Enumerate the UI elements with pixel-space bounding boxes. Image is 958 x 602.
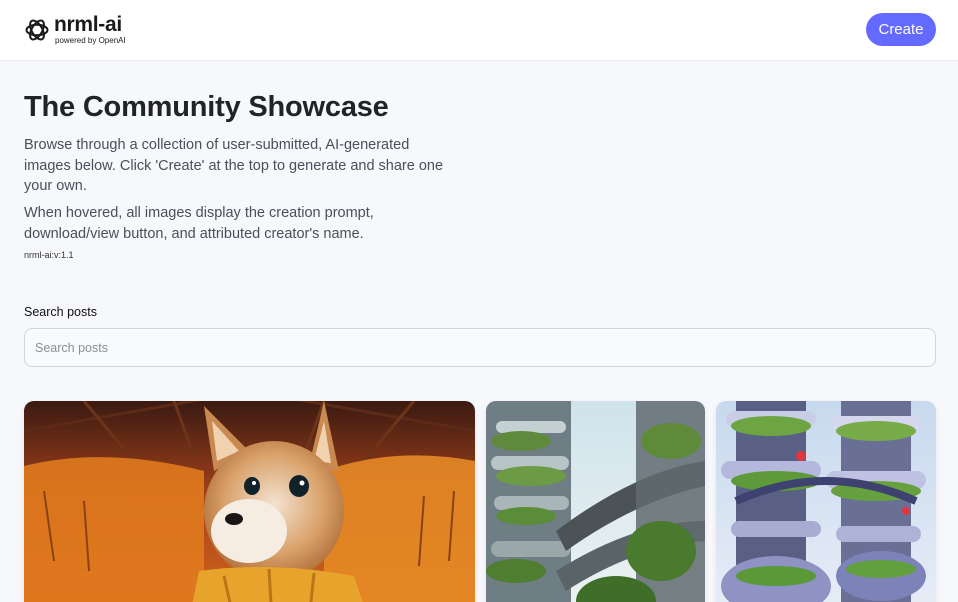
top-navbar: nrml-ai powered by OpenAI Create (0, 0, 958, 61)
logo-subtitle: powered by OpenAI (55, 36, 126, 45)
search-label: Search posts (24, 305, 97, 319)
gallery-image-city (486, 401, 705, 602)
page-title: The Community Showcase (24, 91, 389, 123)
gallery-card-towers[interactable] (716, 401, 936, 602)
gallery-card-dog[interactable] (24, 401, 475, 602)
version-label: nrml-ai:v:1.1 (24, 250, 74, 260)
gallery-image-towers (716, 401, 936, 602)
create-button[interactable]: Create (866, 13, 936, 46)
search-input[interactable] (24, 328, 936, 367)
gallery-image-dog (24, 401, 475, 602)
openai-logo-icon (25, 19, 49, 41)
gallery-card-city[interactable] (486, 401, 705, 602)
page-description: Browse through a collection of user-subm… (24, 137, 444, 194)
logo-text: nrml-ai powered by OpenAI (54, 14, 126, 46)
hover-description: When hovered, all images display the cre… (24, 205, 374, 242)
logo-title: nrml-ai (54, 13, 122, 36)
home-logo-link[interactable]: nrml-ai powered by OpenAI (24, 14, 126, 46)
